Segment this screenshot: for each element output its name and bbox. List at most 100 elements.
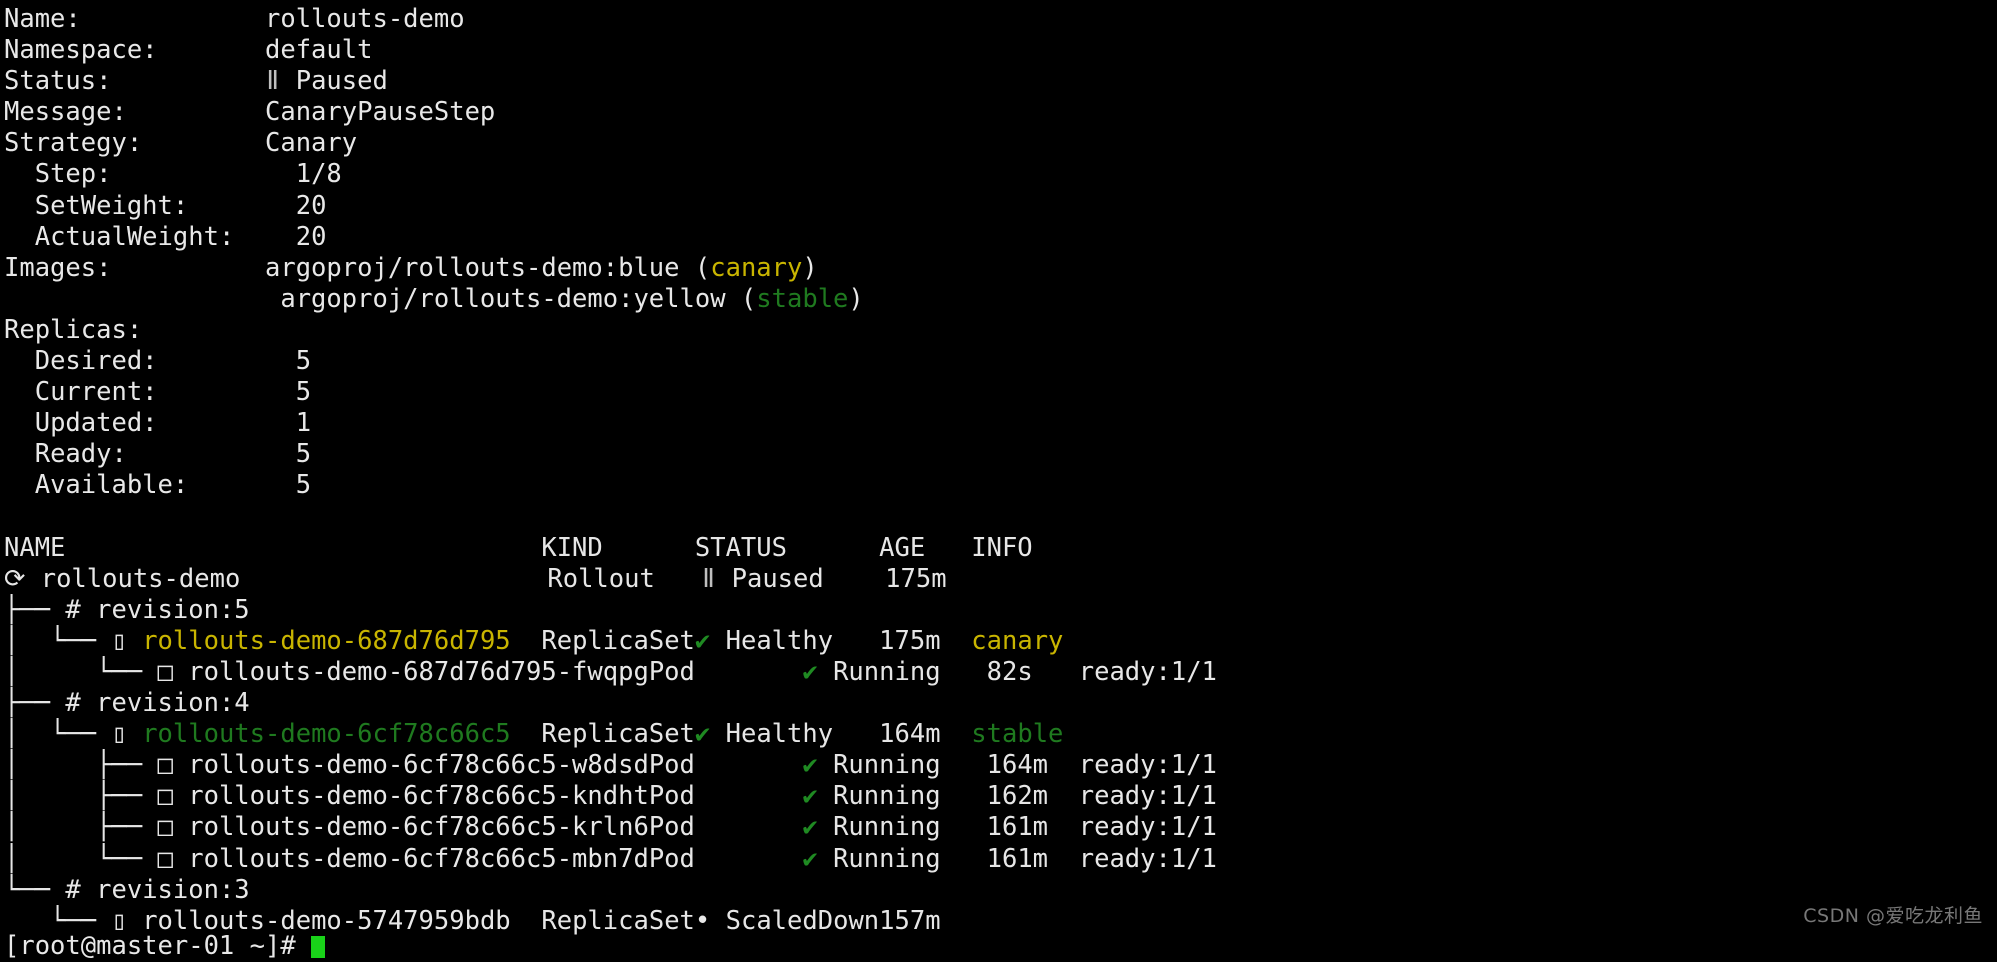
resource-name: revision:4: [96, 688, 250, 719]
actualweight-label: ActualWeight:: [34, 221, 235, 252]
tree-connector: │ ├──: [4, 750, 158, 781]
pad: [4, 470, 35, 500]
pad: [158, 346, 296, 376]
table-row[interactable]: │ ├── □ rollouts-demo-6cf78c66c5-kndhtPo…: [4, 781, 1997, 812]
tree-connector: │ └──: [4, 843, 158, 874]
pad: [941, 781, 987, 811]
check-icon: ✔: [802, 843, 834, 874]
namespace-value: default: [265, 35, 373, 66]
pad: [941, 812, 987, 842]
pad: [824, 564, 885, 594]
status-value: Paused: [295, 66, 388, 97]
strategy-label: Strategy:: [4, 128, 143, 159]
replicas-available-label: Available:: [34, 470, 189, 501]
resource-age: 162m: [986, 781, 1079, 812]
pad: [833, 719, 879, 749]
resource-status: Running: [833, 750, 941, 781]
resource-info: ready:1/1: [1078, 812, 1217, 843]
setweight-value: 20: [295, 190, 327, 221]
pad: [4, 191, 35, 221]
summary-row-step: Step: 1/8: [4, 159, 1997, 190]
shell-prompt[interactable]: [root@master-01 ~]#: [4, 931, 326, 962]
resource-kind: ReplicaSet: [541, 719, 695, 750]
image-name: argoproj/rollouts-demo:blue: [265, 252, 680, 283]
terminal-window[interactable]: Name: rollouts-demo Namespace: default S…: [0, 0, 1997, 961]
watermark: CSDN @爱吃龙利鱼: [1803, 904, 1983, 927]
pad: [4, 408, 35, 438]
revision-icon: #: [65, 594, 97, 625]
table-row[interactable]: ⟳ rollouts-demo Rollout ǁ Paused 175m: [4, 564, 1997, 595]
resource-info: ready:1/1: [1078, 843, 1217, 874]
tree-connector: └──: [4, 874, 66, 905]
pad: [280, 66, 295, 96]
pad: [695, 688, 879, 718]
table-row[interactable]: │ └── ▯ rollouts-demo-6cf78c66c5 Replica…: [4, 719, 1997, 750]
revision-icon: #: [65, 874, 97, 905]
resource-age: [879, 688, 971, 718]
replicas-ready-label: Ready:: [34, 439, 127, 470]
tree-connector: │ └──: [4, 719, 112, 750]
name-value: rollouts-demo: [265, 4, 465, 34]
resource-info: ready:1/1: [1078, 781, 1217, 812]
resource-info: ready:1/1: [1078, 656, 1217, 687]
pause-icon: ǁ: [265, 66, 281, 97]
dot-icon: •: [694, 905, 726, 936]
table-row[interactable]: │ └── ▯ rollouts-demo-687d76d795 Replica…: [4, 626, 1997, 657]
table-body: ⟳ rollouts-demo Rollout ǁ Paused 175m ├─…: [4, 564, 1997, 937]
replicaset-icon: ▯: [111, 625, 143, 656]
pad: [941, 750, 987, 780]
table-row[interactable]: │ ├── □ rollouts-demo-6cf78c66c5-krln6Po…: [4, 812, 1997, 843]
step-value: 1/8: [295, 159, 342, 190]
pod-icon: □: [157, 750, 189, 781]
replicas-current-label: Current:: [34, 377, 158, 408]
resource-kind: Pod: [648, 781, 803, 812]
replicaset-icon: ▯: [111, 719, 143, 750]
resource-info: canary: [971, 625, 1064, 656]
pad: [511, 719, 542, 749]
table-row[interactable]: │ └── □ rollouts-demo-6cf78c66c5-mbn7dPo…: [4, 844, 1997, 875]
resource-kind: ReplicaSet: [541, 625, 695, 656]
summary-row-replicas: Replicas:: [4, 315, 1997, 346]
pad: [4, 159, 35, 189]
summary-row-strategy: Strategy: Canary: [4, 128, 1997, 159]
resource-status: Paused: [731, 563, 824, 594]
resource-name: rollouts-demo-6cf78c66c5-krln6: [188, 812, 649, 843]
pad: (: [725, 283, 757, 314]
summary-row-message: Message: CanaryPauseStep: [4, 97, 1997, 128]
resource-info: ready:1/1: [1078, 750, 1217, 781]
resource-kind: Pod: [648, 750, 803, 781]
namespace-label: Namespace:: [4, 35, 158, 66]
cursor-block: [311, 935, 326, 958]
resource-age: 161m: [986, 812, 1079, 843]
table-row[interactable]: │ ├── □ rollouts-demo-6cf78c66c5-w8dsdPo…: [4, 750, 1997, 781]
resource-name: rollouts-demo-6cf78c66c5-mbn7d: [188, 843, 649, 874]
pad: [81, 4, 265, 34]
resource-age: 157m: [879, 905, 972, 936]
resource-status: Running: [833, 781, 941, 812]
pad: [127, 439, 296, 469]
summary-row-setweight: SetWeight: 20: [4, 191, 1997, 222]
pod-icon: □: [157, 812, 189, 843]
resource-name: revision:5: [96, 594, 250, 625]
replicas-desired-label: Desired:: [34, 346, 158, 377]
resource-status: Running: [833, 812, 941, 843]
pause-icon: ǁ: [700, 563, 732, 594]
pad: [111, 253, 265, 283]
pad: [250, 595, 542, 625]
table-row[interactable]: ├── # revision:4: [4, 688, 1997, 719]
table-row[interactable]: └── # revision:3: [4, 875, 1997, 906]
resource-status: ScaledDown: [725, 905, 880, 936]
tree-connector: │ └──: [4, 656, 158, 687]
resource-age: [879, 875, 971, 905]
pad: [158, 408, 296, 438]
table-row[interactable]: │ └── □ rollouts-demo-687d76d795-fwqpgPo…: [4, 657, 1997, 688]
pad: [111, 66, 265, 96]
replicas-available-value: 5: [295, 470, 312, 501]
resource-kind: ReplicaSet: [541, 905, 695, 936]
table-row[interactable]: ├── # revision:5: [4, 595, 1997, 626]
resource-kind: Pod: [648, 656, 803, 687]
check-icon: ✔: [802, 750, 834, 781]
tree-connector: │ ├──: [4, 781, 158, 812]
resource-kind: [541, 875, 695, 905]
